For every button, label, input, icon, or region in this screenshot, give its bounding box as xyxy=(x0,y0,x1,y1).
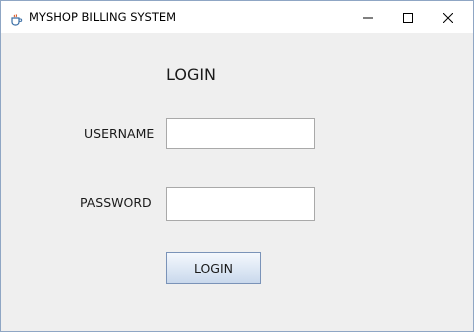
password-label: PASSWORD xyxy=(80,195,152,210)
username-field[interactable] xyxy=(166,118,315,149)
minimize-button[interactable] xyxy=(347,1,389,33)
minimize-icon xyxy=(363,8,373,27)
login-heading: LOGIN xyxy=(166,65,217,84)
password-field[interactable] xyxy=(166,187,315,221)
login-panel: LOGIN USERNAME PASSWORD LOGIN xyxy=(1,33,473,331)
login-button-label: LOGIN xyxy=(193,260,234,276)
close-icon xyxy=(442,8,454,27)
maximize-icon xyxy=(403,8,413,27)
java-cup-icon xyxy=(10,11,23,26)
login-button[interactable]: LOGIN xyxy=(166,252,261,284)
window-title: MYSHOP BILLING SYSTEM xyxy=(29,10,177,24)
title-bar[interactable]: MYSHOP BILLING SYSTEM xyxy=(1,1,473,33)
app-window: MYSHOP BILLING SYSTEM LOGIN USERNAME PAS… xyxy=(0,0,474,332)
username-label: USERNAME xyxy=(84,126,155,141)
maximize-button[interactable] xyxy=(387,1,429,33)
close-button[interactable] xyxy=(427,1,469,33)
